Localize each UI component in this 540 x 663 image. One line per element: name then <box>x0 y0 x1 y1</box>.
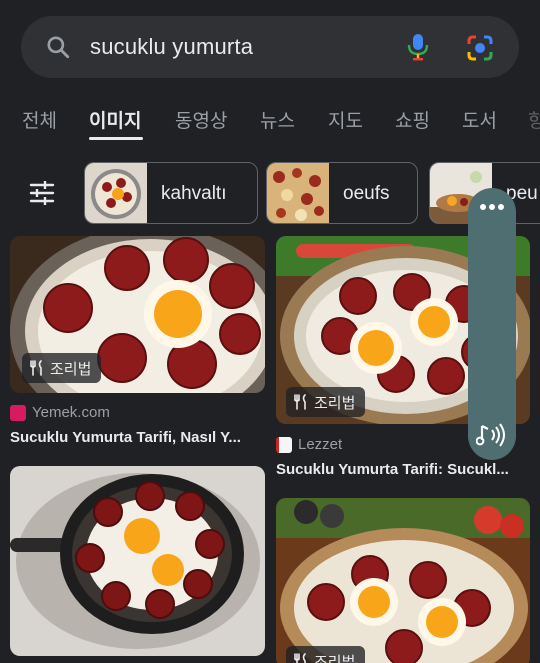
utensils-icon <box>294 653 306 663</box>
search-icon[interactable] <box>45 34 71 60</box>
chip-kahvalti[interactable]: kahvaltı <box>84 162 258 224</box>
badge-label: 조리법 <box>314 653 356 663</box>
result-source: Yemek.com <box>10 404 110 421</box>
tab-news[interactable]: 뉴스 <box>260 106 295 133</box>
filter-chips: kahvaltı oeufs peu <box>0 160 540 226</box>
tab-videos[interactable]: 동영상 <box>175 106 227 133</box>
recipe-badge: 조리법 <box>286 387 366 417</box>
badge-label: 조리법 <box>314 394 356 412</box>
recipe-badge: 조리법 <box>22 353 102 383</box>
utensils-icon <box>30 360 42 376</box>
floating-media-panel[interactable] <box>468 188 516 460</box>
result-title[interactable]: Sucuklu Yumurta Tarifi, Nasıl Y... <box>10 429 241 446</box>
audio-icon[interactable] <box>476 422 508 448</box>
chip-label: oeufs <box>343 183 390 204</box>
result-image[interactable] <box>276 498 530 663</box>
source-label: Lezzet <box>298 436 343 453</box>
mic-icon[interactable] <box>407 33 429 61</box>
tune-icon[interactable] <box>28 179 56 207</box>
recipe-badge: 조리법 <box>286 646 366 663</box>
search-input[interactable]: sucuklu yumurta <box>90 34 253 60</box>
active-tab-indicator <box>89 137 143 140</box>
result-source: Lezzet <box>276 436 342 453</box>
image-result[interactable]: 조리법 Yemek.com Sucuklu Yumurta Tarifi, Na… <box>10 236 265 451</box>
badge-label: 조리법 <box>50 360 92 378</box>
chip-oeufs[interactable]: oeufs <box>266 162 418 224</box>
tab-books[interactable]: 도서 <box>462 106 497 133</box>
search-bar[interactable]: sucuklu yumurta <box>21 16 519 78</box>
result-image[interactable] <box>10 466 265 656</box>
chip-thumbnail <box>85 163 147 223</box>
chip-thumbnail <box>267 163 329 223</box>
tab-maps[interactable]: 지도 <box>328 106 363 133</box>
chip-label: kahvaltı <box>161 183 227 204</box>
tab-images[interactable]: 이미지 <box>89 106 141 133</box>
image-result[interactable] <box>10 466 265 663</box>
yemek-favicon <box>10 404 26 421</box>
tab-more[interactable]: 항 <box>528 106 540 133</box>
lens-icon[interactable] <box>466 34 494 62</box>
source-label: Yemek.com <box>32 404 110 421</box>
tab-shopping[interactable]: 쇼핑 <box>395 106 430 133</box>
lezzet-favicon <box>276 436 292 453</box>
result-title[interactable]: Sucuklu Yumurta Tarifi: Sucukl... <box>276 461 509 478</box>
tab-all[interactable]: 전체 <box>22 106 57 133</box>
more-icon[interactable] <box>478 202 506 212</box>
utensils-icon <box>294 394 306 410</box>
image-result[interactable]: 조리법 <box>276 498 530 663</box>
search-tabs: 전체 이미지 동영상 뉴스 지도 쇼핑 도서 항 <box>0 106 540 140</box>
